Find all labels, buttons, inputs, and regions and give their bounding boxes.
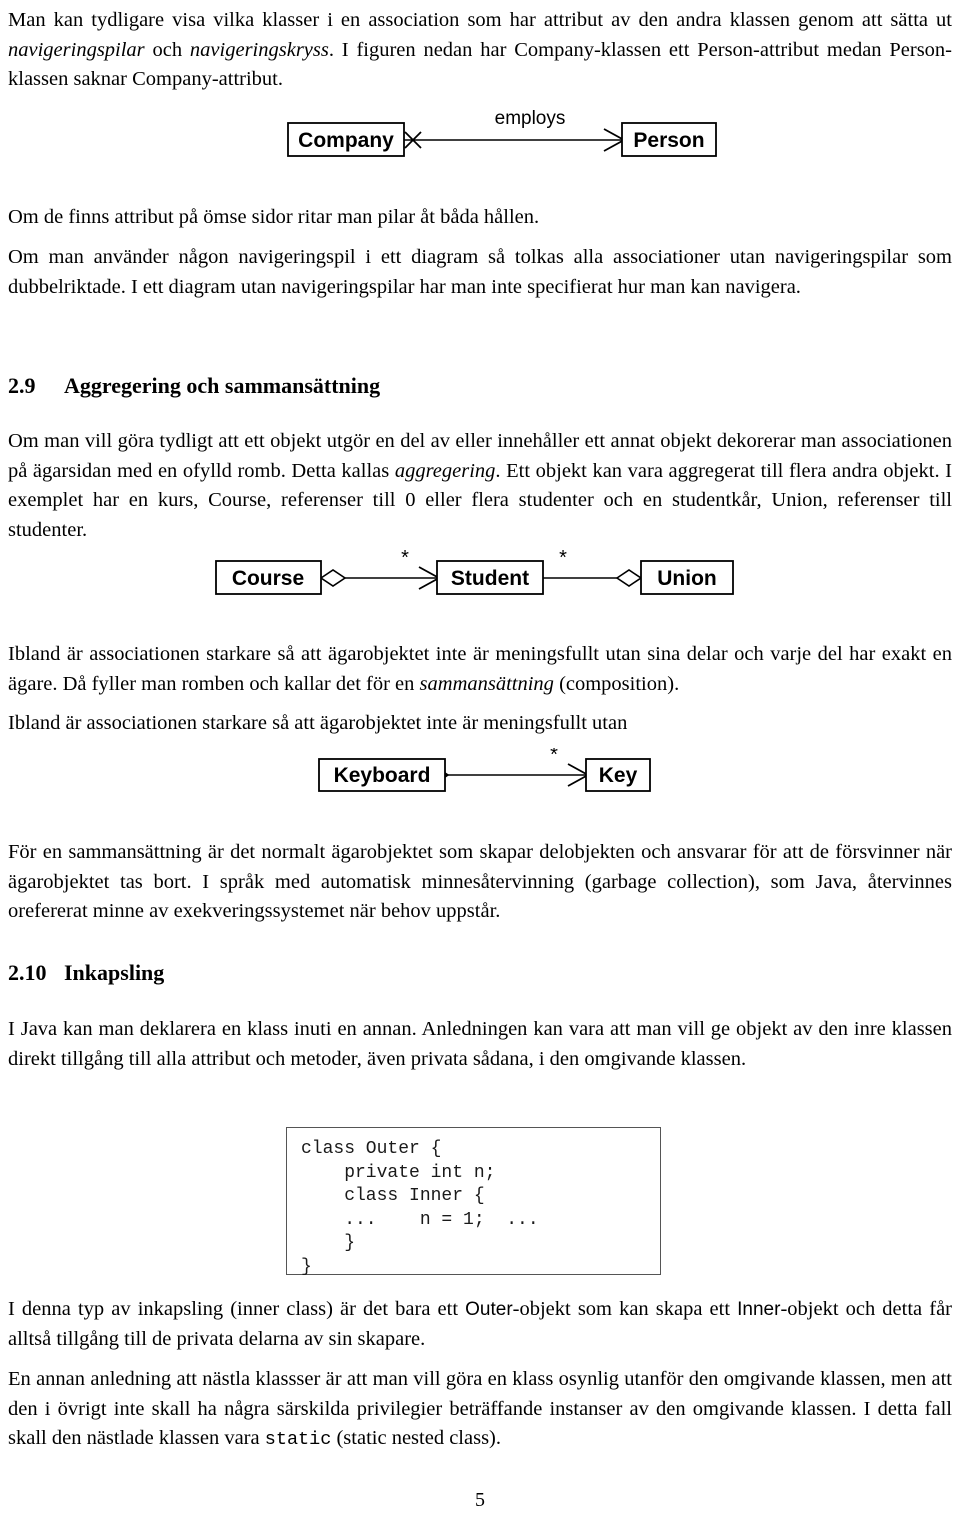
paragraph-composition-repeat: Ibland är associationen starkare så att … xyxy=(8,712,628,734)
heading-2-9-title: Aggregering och sammansättning xyxy=(64,373,381,398)
paragraph-garbage-collection: För en sammansättning är det normalt äga… xyxy=(8,841,952,922)
association-label-employs: employs xyxy=(495,108,566,129)
paragraph-composition-text-b: (composition). xyxy=(553,672,680,695)
employs-diagram-svg: Company Person employs xyxy=(287,108,717,157)
class-box-course-label: Course xyxy=(232,567,304,590)
class-box-student-label: Student xyxy=(451,567,529,590)
identifier-inner: Inner xyxy=(737,1299,781,1320)
paragraph-both-directions: Om de finns attribut på ömse sidor ritar… xyxy=(8,206,540,228)
multiplicity-label-right: * xyxy=(559,548,567,569)
class-box-key-label: Key xyxy=(599,764,638,787)
figure-aggregation-diagram: * * Course Student Union xyxy=(0,548,960,604)
heading-2-9-number: 2.9 xyxy=(8,373,36,398)
term-navigeringspilar: navigeringspilar xyxy=(8,38,145,61)
paragraph-inner-class-access: I denna typ av inkapsling (inner class) … xyxy=(8,1295,952,1354)
paragraph-navigation-rules: Om man använder någon navigeringspil i e… xyxy=(8,246,952,298)
class-box-union-label: Union xyxy=(657,567,716,590)
class-box-company-label: Company xyxy=(298,129,394,152)
paragraph-aggregation-intro: Om man vill göra tydligt att ett objekt … xyxy=(8,427,952,545)
term-aggregering: aggregering xyxy=(394,459,496,482)
multiplicity-label-key: * xyxy=(550,748,558,766)
aggregation-diagram-svg: * * Course Student Union xyxy=(215,548,734,595)
heading-2-9: 2.9 Aggregering och sammansättning xyxy=(8,372,952,400)
identifier-outer: Outer xyxy=(465,1299,513,1320)
class-box-person-label: Person xyxy=(633,129,704,152)
multiplicity-label-left: * xyxy=(401,548,409,569)
keyword-static: static xyxy=(264,1429,332,1450)
page-number: 5 xyxy=(475,1489,485,1511)
paragraph-inner-class-text-a: I denna typ av inkapsling (inner class) … xyxy=(8,1298,466,1320)
paragraph-composition-intro: Ibland är associationen starkare så att … xyxy=(8,640,952,699)
composition-diagram-svg: * Keyboard Key xyxy=(318,748,651,792)
heading-2-10-title: Inkapsling xyxy=(64,960,165,985)
figure-employs-diagram: Company Person employs xyxy=(0,108,960,168)
class-box-keyboard-label: Keyboard xyxy=(334,764,431,787)
paragraph-static-text-b: (static nested class). xyxy=(331,1427,501,1449)
code-block-outer-inner: class Outer { private int n; class Inner… xyxy=(286,1127,661,1277)
paragraph-static-nested-class: En annan anledning att nästla klassser ä… xyxy=(8,1365,952,1455)
paragraph-intro-text-b: och xyxy=(144,38,190,61)
hollow-diamond-icon-union xyxy=(615,569,643,587)
paragraph-intro-text-a: Man kan tydligare visa vilka klasser i e… xyxy=(8,9,952,31)
paragraph-inner-class-text-b: -objekt som kan skapa ett xyxy=(512,1298,738,1320)
heading-2-10-number: 2.10 xyxy=(8,960,47,985)
term-navigeringskryss: navigeringskryss xyxy=(189,38,329,61)
term-sammansattning: sammansättning xyxy=(419,672,554,695)
hollow-diamond-icon-course xyxy=(319,569,347,587)
figure-composition-diagram: * Keyboard Key xyxy=(0,748,960,804)
document-page: Man kan tydligare visa vilka klasser i e… xyxy=(0,0,960,1533)
paragraph-inner-class-intro: I Java kan man deklarera en klass inuti … xyxy=(8,1018,952,1070)
paragraph-intro: Man kan tydligare visa vilka klasser i e… xyxy=(8,6,952,95)
heading-2-10: 2.10 Inkapsling xyxy=(8,959,952,987)
